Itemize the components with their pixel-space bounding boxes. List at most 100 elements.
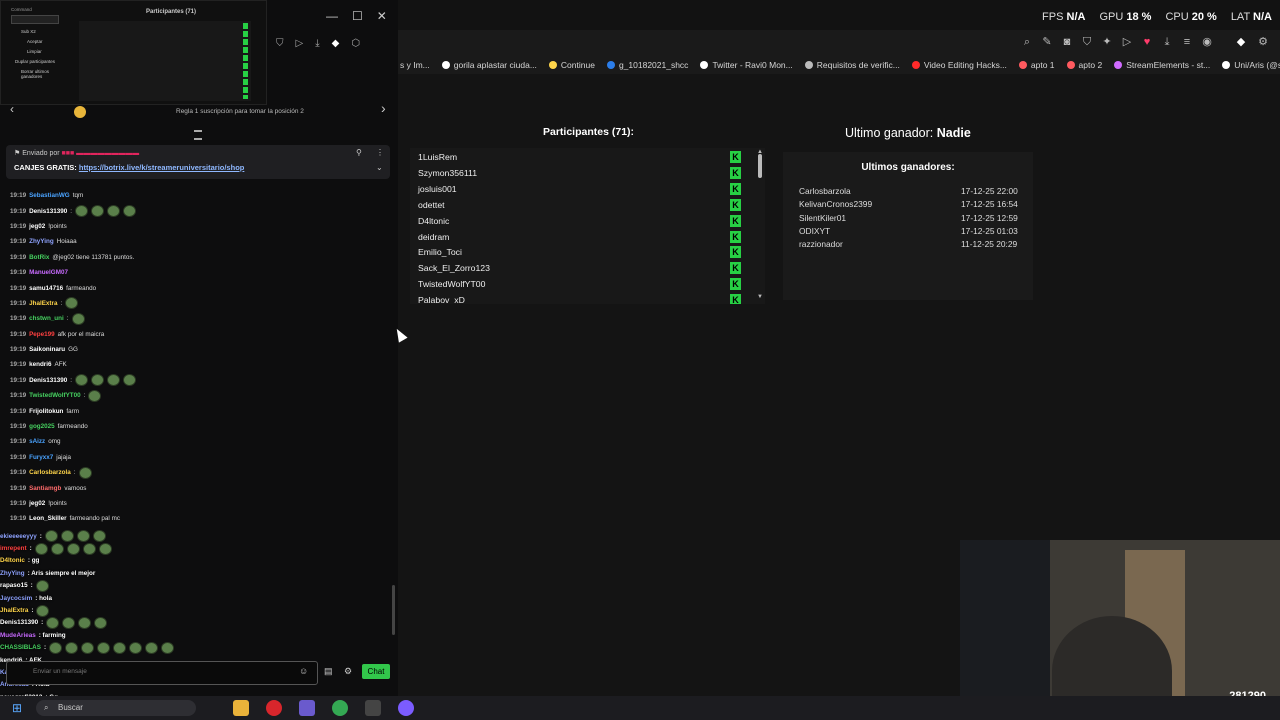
discord-icon[interactable] [398, 700, 414, 716]
pinned-link[interactable]: https://botrix.live/k/streameruniversita… [79, 163, 244, 172]
chat-message: 19:19 chstwn_uni: [10, 311, 390, 326]
chat-send-button[interactable]: Chat [362, 664, 390, 679]
play-icon[interactable]: ▷ [296, 38, 304, 49]
close-button[interactable]: ✕ [377, 9, 387, 23]
bookmark-item[interactable]: apto 1 [1018, 60, 1055, 70]
bookmark-item[interactable]: gorila aplastar ciuda... [441, 60, 537, 70]
scroll-up-icon[interactable]: ▲ [757, 149, 763, 155]
message-username[interactable]: ManuelGM07 [29, 269, 68, 276]
settings-icon[interactable]: ⚙ [1256, 35, 1270, 49]
bookmark-item[interactable]: Video Editing Hacks... [911, 60, 1007, 70]
chat-input-placeholder: Enviar un mensaje [33, 668, 87, 675]
download-icon[interactable]: ⤓ [1160, 35, 1174, 49]
message-username[interactable]: kendri6 [29, 361, 51, 368]
preview-menu-item: Aceptar [27, 39, 43, 44]
message-username[interactable]: Frijolitokun [29, 408, 63, 415]
chevron-right-icon[interactable]: › [381, 100, 386, 116]
message-username[interactable]: Santiamgb [29, 485, 61, 492]
search-icon[interactable]: ⌕ [1020, 35, 1034, 49]
chat-message: 19:19 kendri6 AFK [10, 357, 390, 372]
collapse-icon[interactable] [194, 130, 202, 140]
message-username[interactable]: Denis131390 [29, 377, 67, 384]
message-username[interactable]: Furyxx7 [29, 454, 53, 461]
message-username[interactable]: Pepe199 [29, 331, 55, 338]
message-username[interactable]: Carlosbarzola [29, 469, 71, 476]
overlay-text: : [39, 532, 42, 540]
chat-message: 19:19 Denis131390: [10, 373, 390, 388]
scroll-down-icon[interactable]: ▼ [757, 294, 763, 300]
chat-message: 19:19 JhalExtra: [10, 296, 390, 311]
terminal-icon[interactable] [365, 700, 381, 716]
gear-icon[interactable]: ⚙ [344, 666, 352, 677]
kick-icon: K [730, 214, 741, 227]
participant-list[interactable]: 1LuisRem K Szymon356111 Kjosluis001 Kodettet… [410, 148, 765, 304]
message-username[interactable]: samu14716 [29, 285, 63, 292]
bookmark-item[interactable]: apto 2 [1066, 60, 1102, 70]
bookmark-item[interactable]: Continue [548, 60, 595, 70]
bookmark-item[interactable]: Twitter - Ravi0 Mon... [700, 60, 793, 70]
chevron-left-icon[interactable]: ‹ [10, 102, 14, 116]
message-username[interactable]: BotRix [29, 254, 49, 261]
emote-icon [49, 641, 63, 654]
windows-start-icon[interactable]: ⊞ [12, 701, 22, 715]
message-time: 19:19 [10, 469, 27, 477]
minimize-button[interactable]: — [326, 9, 338, 23]
bookmark-item[interactable]: s y Im... [400, 60, 430, 70]
app-icon[interactable] [299, 700, 315, 716]
message-username[interactable]: gog2025 [29, 423, 55, 430]
message-username[interactable]: chstwn_uni [29, 315, 64, 322]
shield-icon[interactable]: ⛉ [276, 38, 284, 49]
bookmark-item[interactable]: StreamElements - st... [1114, 60, 1210, 70]
bookmark-item[interactable]: g_10182021_shcc [606, 60, 688, 70]
chrome-icon[interactable] [332, 700, 348, 716]
play-icon[interactable]: ▷ [1120, 35, 1134, 49]
extension-icon[interactable]: ◆ [332, 38, 340, 49]
emote-icon [94, 616, 108, 629]
message-username[interactable]: SebastianWG [29, 192, 70, 199]
shield-icon[interactable]: ⛉ [1080, 35, 1094, 49]
message-username[interactable]: Saikoninaru [29, 346, 65, 353]
participant-list-scrollbar[interactable] [758, 154, 762, 178]
chat-input[interactable]: Enviar un mensaje ☺ [6, 661, 318, 685]
cube-icon[interactable]: ⬡ [351, 38, 360, 49]
emote-icon [145, 641, 159, 654]
emoji-icon[interactable]: ☺ [299, 666, 308, 676]
bookmark-item[interactable]: Uni/Aris (@streame... [1222, 60, 1280, 70]
camera-icon[interactable]: ◙ [1060, 35, 1074, 49]
emote-icon [78, 616, 92, 629]
message-username[interactable]: Denis131390 [29, 208, 67, 215]
chevron-down-icon[interactable]: ⌄ [376, 163, 383, 172]
pin-toggle-icon[interactable]: ⚲ [356, 148, 362, 157]
menu-icon[interactable]: ≡ [1180, 35, 1194, 49]
message-text: farmeando [66, 284, 97, 292]
download-icon[interactable]: ⤓ [315, 38, 319, 49]
chat-scrollbar[interactable] [392, 585, 395, 635]
message-text: @jeg02 tiene 113781 puntos. [52, 253, 135, 261]
message-username[interactable]: ZhyYing [29, 238, 54, 245]
bookmark-item[interactable]: Requisitos de verific... [804, 60, 900, 70]
message-username[interactable]: JhalExtra [29, 300, 57, 307]
message-username[interactable]: TwistedWolfYT00 [29, 392, 81, 399]
opera-icon[interactable] [266, 700, 282, 716]
message-time: 19:19 [10, 238, 27, 246]
chat-message: 19:19 Leon_Skiller farmeando pal mc [10, 511, 390, 526]
folder-icon[interactable] [233, 700, 249, 716]
message-username[interactable]: sAizz [29, 438, 45, 445]
heart-icon[interactable]: ♥ [1140, 35, 1154, 49]
profile-icon[interactable]: ◉ [1200, 35, 1214, 49]
pin-icon: ⚑ [14, 150, 21, 157]
extension-icon[interactable]: ◆ [1234, 35, 1248, 49]
maximize-button[interactable]: ☐ [352, 9, 363, 23]
message-username[interactable]: jeg02 [29, 500, 45, 507]
puzzle-icon[interactable]: ✦ [1100, 35, 1114, 49]
edit-icon[interactable]: ✎ [1040, 35, 1054, 49]
giveaway-preview-thumbnail[interactable]: Command Sub X2 Aceptar Limpiar Duplar pa… [0, 0, 267, 105]
more-options-icon[interactable]: ⋮ [376, 148, 384, 157]
message-username[interactable]: Leon_Skiller [29, 515, 66, 522]
message-time: 19:19 [10, 284, 27, 292]
taskbar-search[interactable]: ⌕ Buscar [36, 700, 196, 716]
message-username[interactable]: jeg02 [29, 223, 45, 230]
gift-icon[interactable]: ▤ [324, 666, 333, 677]
pinned-text: CANJES GRATIS: https://botrix.live/k/str… [14, 163, 244, 172]
message-text: AFK [54, 361, 67, 369]
